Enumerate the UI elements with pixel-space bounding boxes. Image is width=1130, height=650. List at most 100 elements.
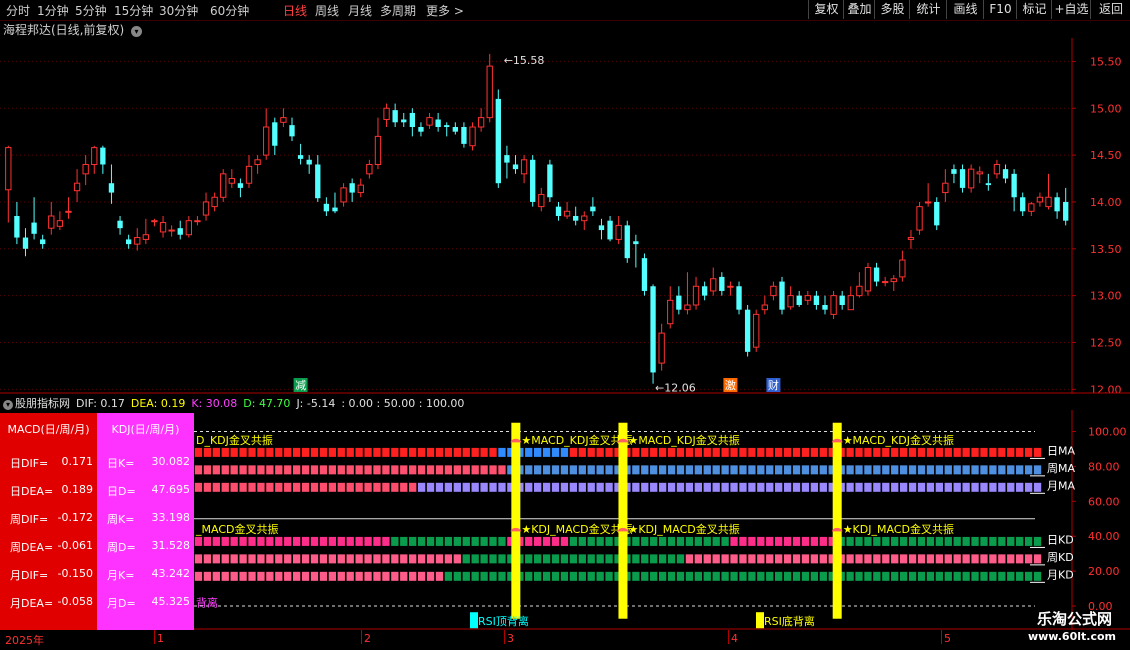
signal-cell (364, 447, 372, 457)
signal-cell (239, 447, 247, 457)
period-tab[interactable]: 周线 (315, 2, 339, 19)
signal-cell (328, 571, 337, 581)
signal-cell (730, 554, 738, 564)
signal-cell (926, 482, 935, 492)
signal-cell (310, 482, 319, 492)
candle-body (477, 117, 485, 128)
period-tab[interactable]: 多周期 (380, 2, 416, 19)
signal-cell (444, 554, 453, 564)
toolbar-button[interactable]: 统计 (909, 0, 947, 19)
signal-cell (748, 571, 756, 581)
toolbar-button[interactable]: 复权 (808, 0, 844, 19)
candle-body (1028, 203, 1035, 212)
signal-cell (310, 536, 319, 546)
candle-body (967, 168, 975, 189)
period-tab[interactable]: 5分钟 (75, 2, 107, 19)
signal-cell (569, 536, 578, 546)
candle-body (692, 285, 700, 306)
event-marker-label: 减 (295, 379, 306, 392)
signal-cell (855, 447, 863, 457)
signal-cell (1024, 554, 1033, 564)
signal-cell (409, 536, 417, 546)
signal-cell (864, 482, 872, 492)
signal-cell (873, 554, 881, 564)
signal-cell (721, 571, 729, 581)
signal-cell (935, 571, 944, 581)
signal-cell (1016, 571, 1024, 581)
signal-cell (864, 465, 872, 475)
row-label: 周KD (1047, 551, 1074, 564)
signal-cell (712, 447, 720, 457)
signal-cell (534, 571, 542, 581)
signal-cell (551, 447, 560, 457)
signal-cell (489, 447, 497, 457)
stock-title[interactable]: 海程邦达(日线,前复权) ▾ (3, 21, 143, 38)
candle-body (779, 281, 785, 310)
signal-cell (373, 536, 381, 546)
period-tab[interactable]: 1分钟 (37, 2, 69, 19)
period-tab[interactable]: 日线 (283, 2, 307, 19)
signal-cell (373, 447, 381, 457)
signal-cell (194, 536, 203, 546)
signal-cell (560, 536, 569, 546)
toolbar-button[interactable]: 标记 (1016, 0, 1052, 19)
signal-cell (676, 536, 685, 546)
kdj-panel: KDJ(日/周/月) 日K= 30.082 日D= 47.695 周K= 33.198… (97, 413, 194, 630)
candle-body (676, 295, 682, 310)
signal-cell (703, 554, 711, 564)
toolbar-button[interactable]: 返回 (1090, 0, 1130, 19)
signal-cell (489, 465, 497, 475)
candle-body (727, 285, 734, 288)
toolbar-button[interactable]: F10 (983, 0, 1017, 19)
toolbar-button[interactable]: +自选 (1051, 0, 1091, 19)
signal-cell (542, 571, 551, 581)
candle-body (873, 267, 880, 282)
signal-cell (489, 554, 497, 564)
candle-body (959, 169, 966, 188)
signal-cell (730, 536, 738, 546)
period-tab[interactable]: 月线 (348, 2, 372, 19)
signal-cell (471, 554, 479, 564)
y-tick-label: 14.00 (1090, 196, 1122, 209)
signal-cell (685, 554, 694, 564)
candle-body (856, 285, 863, 297)
period-tab[interactable]: 30分钟 (159, 2, 198, 19)
candle-body (297, 155, 304, 159)
signal-cell (471, 465, 479, 475)
period-tab[interactable]: 分时 (6, 2, 30, 19)
period-tab[interactable]: 15分钟 (114, 2, 153, 19)
candle-body (985, 183, 991, 186)
watermark-url: www.60lt.com (1027, 630, 1116, 643)
signal-cell (721, 536, 729, 546)
toolbar-button[interactable]: 画线 (946, 0, 984, 19)
signal-cell (667, 465, 676, 475)
toolbar-button[interactable]: 多股 (874, 0, 910, 19)
signal-cell (275, 554, 283, 564)
signal-cell (810, 482, 819, 492)
signal-cell (953, 465, 961, 475)
candle-body (573, 216, 579, 221)
period-tab[interactable]: 60分钟 (210, 2, 249, 19)
signal-cell (525, 447, 533, 457)
low-price-label: ←12.06 (655, 382, 696, 394)
signal-cell (453, 465, 461, 475)
signal-cell (1024, 447, 1033, 457)
signal-cell (998, 482, 1006, 492)
chevron-down-icon[interactable]: ▾ (3, 400, 13, 410)
candle-body (1045, 196, 1052, 208)
signal-cell (882, 554, 890, 564)
chevron-down-icon[interactable]: ▾ (131, 26, 143, 37)
candle-body (134, 237, 141, 245)
macd-row-label: 周DIF= (10, 513, 49, 526)
signal-cell (221, 482, 229, 492)
toolbar-button[interactable]: 叠加 (843, 0, 875, 19)
signal-cell (605, 536, 613, 546)
candlestick-chart[interactable]: 15.50 15.00 14.50 14.00 13.50 13.00 12.50 12.00… (0, 38, 1130, 394)
signal-cell (775, 447, 783, 457)
signal-cell (882, 536, 890, 546)
row-label: 日MA (1047, 444, 1075, 457)
signal-cell (730, 447, 738, 457)
signal-cell (221, 465, 229, 475)
period-tab[interactable]: 更多 > (426, 2, 464, 19)
signal-cell (775, 571, 783, 581)
